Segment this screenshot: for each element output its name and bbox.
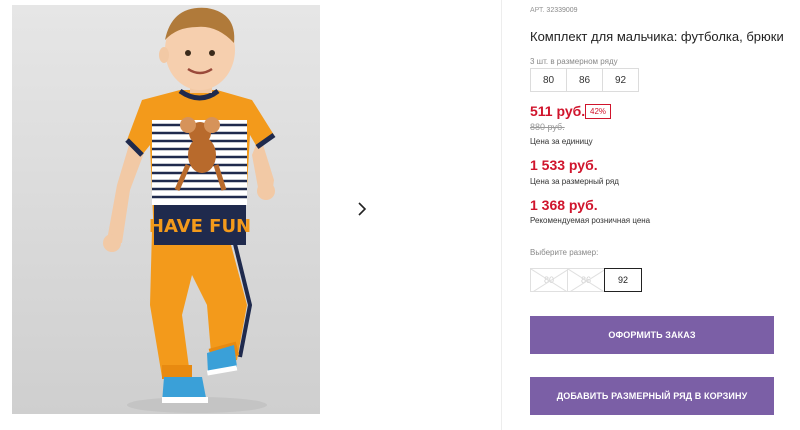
size-selector: 80 86 92 [530,268,642,292]
size-option-label: 92 [617,275,628,285]
product-title: Комплект для мальчика: футболка, брюки [530,29,784,44]
gallery-next-button[interactable] [343,190,381,228]
product-gallery: HAVE FUN [0,0,502,430]
pack-size-list: 80 86 92 [530,68,639,92]
size-option-86: 86 [567,268,605,292]
order-button[interactable]: ОФОРМИТЬ ЗАКАЗ [530,316,774,354]
unit-price: 511 руб. [530,103,586,119]
size-select-label: Выберите размер: [530,248,599,257]
discount-badge: 42% [585,104,612,119]
row-price-note: Цена за размерный ряд [530,177,619,186]
pack-size-chip: 80 [530,68,567,92]
size-option-80: 80 [530,268,568,292]
sku-number: 32339009 [546,7,578,14]
sku: АРТ. 32339009 [530,7,578,14]
add-size-row-to-cart-button[interactable]: ДОБАВИТЬ РАЗМЕРНЫЙ РЯД В КОРЗИНУ [530,377,774,415]
row-price: 1 533 руб. [530,157,598,173]
old-price: 880 руб. [530,122,565,132]
shirt-print-text: HAVE FUN [149,216,251,237]
rrp-price: 1 368 руб. [530,197,598,213]
pack-size-chip: 92 [602,68,639,92]
unavailable-cross-icon [531,269,567,291]
pack-size-chip: 86 [566,68,603,92]
rrp-price-note: Рекомендуемая розничная цена [530,216,651,225]
unavailable-cross-icon [568,269,604,291]
product-photo[interactable]: HAVE FUN [12,5,320,414]
pack-label: 3 шт. в размерном ряду [530,57,618,66]
sku-label: АРТ. [530,7,545,14]
chevron-right-icon [358,202,367,216]
unit-price-note: Цена за единицу [530,137,593,146]
boy-in-outfit-illustration: HAVE FUN [12,5,320,414]
size-option-92[interactable]: 92 [604,268,642,292]
